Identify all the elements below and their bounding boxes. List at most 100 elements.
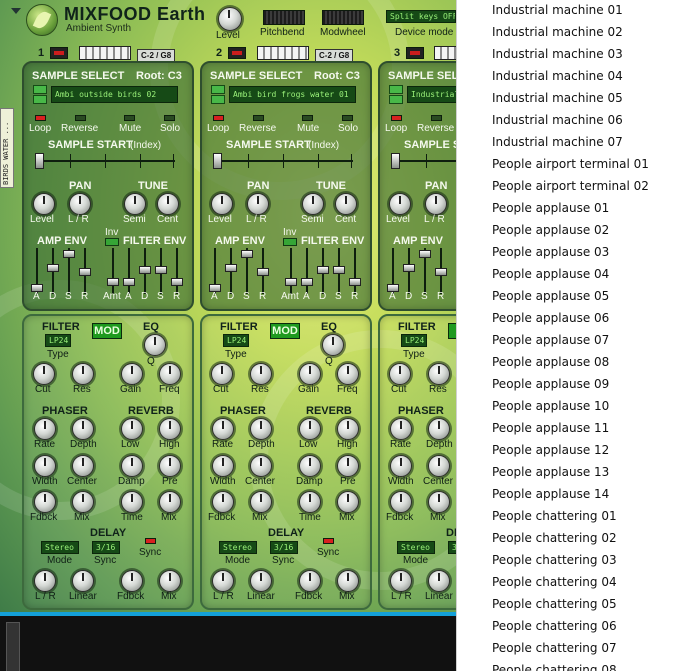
modwheel-wheel[interactable]: [322, 10, 364, 25]
eq-freq-knob[interactable]: [159, 363, 181, 385]
reverb-damp-knob[interactable]: [299, 455, 321, 477]
phaser-rate-knob[interactable]: [212, 418, 234, 440]
amp-decay-slider[interactable]: [225, 248, 237, 294]
sample-list-item[interactable]: Industrial machine 03: [457, 44, 674, 66]
reverse-toggle[interactable]: [253, 115, 264, 121]
sample-name-display[interactable]: Ambi bird frogs water 01: [229, 86, 356, 103]
level-knob[interactable]: [211, 193, 233, 215]
layer-enable-toggle[interactable]: [228, 47, 246, 59]
sample-list-item[interactable]: People chattering 06: [457, 616, 674, 638]
eq-freq-knob[interactable]: [337, 363, 359, 385]
filter-decay-slider[interactable]: [139, 248, 151, 294]
cutoff-knob[interactable]: [33, 363, 55, 385]
resonance-knob[interactable]: [72, 363, 94, 385]
phaser-depth-knob[interactable]: [428, 418, 450, 440]
sample-list-item[interactable]: Industrial machine 02: [457, 22, 674, 44]
phaser-depth-knob[interactable]: [250, 418, 272, 440]
scroll-handle[interactable]: [6, 622, 20, 671]
cutoff-knob[interactable]: [389, 363, 411, 385]
keyboard-range-icon[interactable]: [79, 46, 131, 60]
filter-release-slider[interactable]: [349, 248, 361, 294]
sample-list-item[interactable]: People applause 04: [457, 264, 674, 286]
sample-name-display[interactable]: Ambi outside birds 02: [51, 86, 178, 103]
sample-list-item[interactable]: People chattering 05: [457, 594, 674, 616]
reverb-low-knob[interactable]: [121, 418, 143, 440]
delay-linear-knob[interactable]: [250, 570, 272, 592]
amp-attack-slider[interactable]: [209, 248, 221, 294]
phaser-rate-knob[interactable]: [34, 418, 56, 440]
sample-list-item[interactable]: People applause 14: [457, 484, 674, 506]
sample-stepper[interactable]: [33, 85, 47, 105]
filter-attack-slider[interactable]: [123, 248, 135, 294]
pan-knob[interactable]: [247, 193, 269, 215]
phaser-feedback-knob[interactable]: [390, 491, 412, 513]
amp-attack-slider[interactable]: [387, 248, 399, 294]
sample-list-item[interactable]: People applause 08: [457, 352, 674, 374]
layer-enable-toggle[interactable]: [406, 47, 424, 59]
sample-list-item[interactable]: People chattering 04: [457, 572, 674, 594]
sample-list-item[interactable]: Industrial machine 01: [457, 0, 674, 22]
amp-sustain-slider[interactable]: [419, 248, 431, 294]
reverb-mix-knob[interactable]: [159, 491, 181, 513]
filter-sustain-slider[interactable]: [333, 248, 345, 294]
invert-toggle[interactable]: [105, 238, 119, 246]
sample-list-item[interactable]: People applause 10: [457, 396, 674, 418]
delay-sync-display[interactable]: 3/16: [448, 541, 456, 554]
cent-knob[interactable]: [335, 193, 357, 215]
phaser-width-knob[interactable]: [390, 455, 412, 477]
eq-q-knob[interactable]: [144, 334, 166, 356]
pan-knob[interactable]: [425, 193, 447, 215]
sample-start-slider[interactable]: [35, 153, 175, 169]
filter-sustain-slider[interactable]: [155, 248, 167, 294]
root-key-label[interactable]: Root: C3: [136, 70, 182, 82]
amp-release-slider[interactable]: [435, 248, 447, 294]
mute-toggle[interactable]: [124, 115, 135, 121]
sample-list-item[interactable]: Industrial machine 07: [457, 132, 674, 154]
master-level-knob[interactable]: [218, 7, 242, 31]
sample-list-item[interactable]: Industrial machine 06: [457, 110, 674, 132]
root-key-label[interactable]: Root: C3: [314, 70, 360, 82]
delay-mode-display[interactable]: Stereo: [41, 541, 79, 554]
eq-gain-knob[interactable]: [299, 363, 321, 385]
phaser-feedback-knob[interactable]: [34, 491, 56, 513]
filter-decay-slider[interactable]: [317, 248, 329, 294]
side-collapsed-tab[interactable]: BIRDS WATER ...: [0, 108, 14, 188]
delay-mix-knob[interactable]: [159, 570, 181, 592]
sample-start-slider[interactable]: [391, 153, 456, 169]
reverb-pre-knob[interactable]: [159, 455, 181, 477]
reverse-toggle[interactable]: [431, 115, 442, 121]
reverb-damp-knob[interactable]: [121, 455, 143, 477]
reverb-pre-knob[interactable]: [337, 455, 359, 477]
mod-button[interactable]: MOD: [270, 323, 300, 339]
sample-list-item[interactable]: People chattering 07: [457, 638, 674, 660]
sample-list-item[interactable]: People applause 07: [457, 330, 674, 352]
reverb-time-knob[interactable]: [299, 491, 321, 513]
sample-list-item[interactable]: People applause 05: [457, 286, 674, 308]
amp-sustain-slider[interactable]: [63, 248, 75, 294]
phaser-center-knob[interactable]: [250, 455, 272, 477]
level-knob[interactable]: [389, 193, 411, 215]
sample-list-item[interactable]: People applause 13: [457, 462, 674, 484]
amp-release-slider[interactable]: [257, 248, 269, 294]
sample-list-item[interactable]: Industrial machine 04: [457, 66, 674, 88]
solo-toggle[interactable]: [164, 115, 175, 121]
invert-toggle[interactable]: [283, 238, 297, 246]
keyboard-range-icon[interactable]: [257, 46, 309, 60]
sample-list-item[interactable]: People chattering 03: [457, 550, 674, 572]
layer-enable-toggle[interactable]: [50, 47, 68, 59]
delay-sync-toggle[interactable]: [145, 538, 156, 544]
filter-type-display[interactable]: LP24: [223, 334, 249, 347]
amp-release-slider[interactable]: [79, 248, 91, 294]
loop-toggle[interactable]: [213, 115, 224, 121]
cent-knob[interactable]: [157, 193, 179, 215]
sample-list-item[interactable]: People applause 06: [457, 308, 674, 330]
cutoff-knob[interactable]: [211, 363, 233, 385]
collapse-arrow-icon[interactable]: [11, 8, 21, 14]
delay-sync-display[interactable]: 3/16: [270, 541, 298, 554]
sample-start-slider[interactable]: [213, 153, 353, 169]
semi-knob[interactable]: [124, 193, 146, 215]
filter-attack-slider[interactable]: [301, 248, 313, 294]
phaser-width-knob[interactable]: [34, 455, 56, 477]
pitchbend-wheel[interactable]: [263, 10, 305, 25]
mod-button[interactable]: [448, 323, 456, 339]
